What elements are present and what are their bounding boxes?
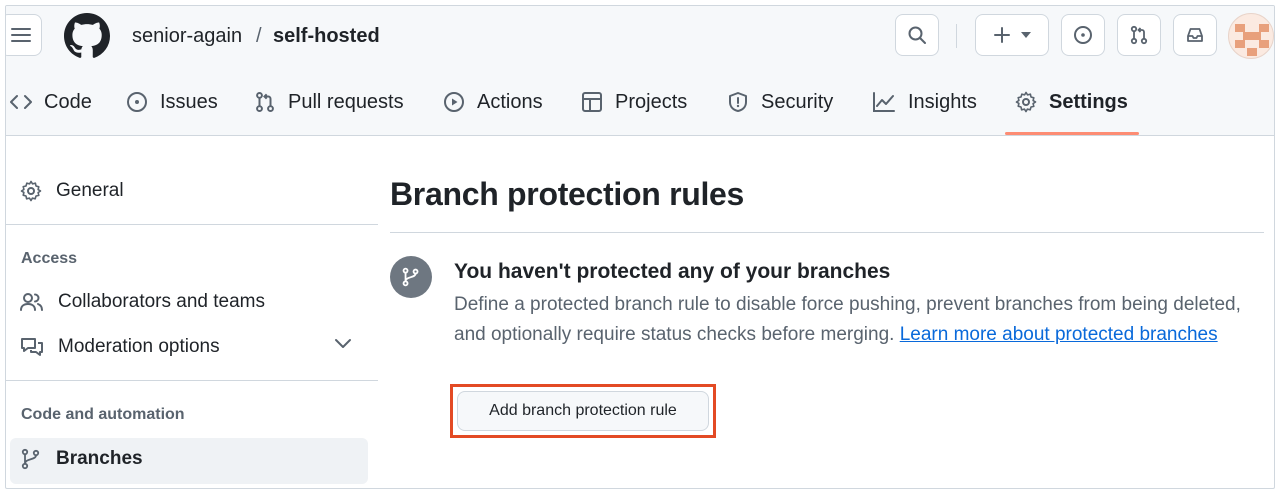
plus-icon xyxy=(994,27,1010,43)
top-bar: senior-again / self-hosted xyxy=(6,6,1274,68)
tab-security[interactable]: Security xyxy=(727,68,833,136)
table-icon xyxy=(582,92,602,112)
tab-insights[interactable]: Insights xyxy=(872,68,977,136)
tab-label: Settings xyxy=(1049,90,1128,113)
create-new-button[interactable] xyxy=(975,14,1049,56)
breadcrumb-owner[interactable]: senior-again xyxy=(132,23,242,49)
comment-discussion-icon xyxy=(21,338,43,356)
sidebar-item-general[interactable]: General xyxy=(20,180,124,202)
git-branch-icon xyxy=(21,448,40,470)
sidebar-group-access: Access xyxy=(21,250,78,267)
sidebar-item-collaborators[interactable]: Collaborators and teams xyxy=(20,291,265,313)
add-branch-protection-rule-button[interactable]: Add branch protection rule xyxy=(457,391,709,431)
hamburger-icon xyxy=(11,28,31,42)
tab-label: Security xyxy=(761,90,834,113)
avatar[interactable] xyxy=(1228,13,1274,59)
active-tab-underline xyxy=(1005,132,1139,135)
tab-projects[interactable]: Projects xyxy=(581,68,687,136)
issue-opened-icon xyxy=(127,92,147,112)
blankslate-icon xyxy=(390,256,432,298)
repo-tabs: Code Issues Pull requests Actions Projec… xyxy=(6,68,1274,136)
tab-label: Code xyxy=(44,90,92,113)
blankslate-description: Define a protected branch rule to disabl… xyxy=(454,290,1254,350)
sidebar-divider xyxy=(6,380,378,381)
sidebar-item-label: General xyxy=(56,180,124,201)
breadcrumb-repo[interactable]: self-hosted xyxy=(273,23,380,49)
search-icon xyxy=(908,26,926,44)
title-divider xyxy=(390,232,1264,233)
issue-opened-icon xyxy=(1074,26,1092,44)
sidebar-item-label: Moderation options xyxy=(58,336,220,357)
search-button[interactable] xyxy=(895,14,939,56)
tab-settings[interactable]: Settings xyxy=(1015,68,1128,136)
tab-label: Insights xyxy=(908,90,977,113)
tab-label: Actions xyxy=(477,90,543,113)
tab-pull-requests[interactable]: Pull requests xyxy=(254,68,404,136)
browser-frame: senior-again / self-hosted Code Issues P… xyxy=(5,5,1275,489)
menu-button[interactable] xyxy=(6,14,42,56)
tab-label: Projects xyxy=(615,90,688,113)
sidebar-item-moderation[interactable]: Moderation options xyxy=(20,336,220,358)
people-icon xyxy=(20,293,43,311)
header-divider xyxy=(956,24,957,48)
tab-code[interactable]: Code xyxy=(10,68,92,136)
your-issues-button[interactable] xyxy=(1061,14,1105,56)
gear-icon xyxy=(1015,91,1037,113)
git-pull-request-icon xyxy=(1130,25,1148,45)
notifications-button[interactable] xyxy=(1173,14,1217,56)
sidebar-item-branches[interactable]: Branches xyxy=(20,448,143,470)
tab-label: Pull requests xyxy=(288,90,404,113)
play-icon xyxy=(444,92,464,112)
blankslate-heading: You haven't protected any of your branch… xyxy=(454,260,891,283)
breadcrumb-separator: / xyxy=(256,25,262,47)
learn-more-link[interactable]: Learn more about protected branches xyxy=(900,324,1218,345)
git-pull-request-icon xyxy=(256,91,274,113)
sidebar-divider xyxy=(6,224,378,225)
github-logo-icon[interactable] xyxy=(64,13,110,59)
gear-icon xyxy=(20,180,42,202)
graph-icon xyxy=(873,92,895,112)
shield-icon xyxy=(729,92,747,112)
git-branch-icon xyxy=(402,267,419,287)
inbox-icon xyxy=(1187,28,1203,42)
sidebar-item-label: Collaborators and teams xyxy=(58,291,265,312)
tab-actions[interactable]: Actions xyxy=(443,68,543,136)
tab-label: Issues xyxy=(160,90,218,113)
page-title: Branch protection rules xyxy=(390,176,745,212)
tab-issues[interactable]: Issues xyxy=(126,68,218,136)
code-icon xyxy=(10,95,32,109)
sidebar-item-label: Branches xyxy=(56,448,143,469)
your-pull-requests-button[interactable] xyxy=(1117,14,1161,56)
repo-header: senior-again / self-hosted Code Issues P… xyxy=(6,6,1274,136)
sidebar-group-code-automation: Code and automation xyxy=(21,406,185,423)
chevron-down-icon[interactable] xyxy=(334,338,352,350)
triangle-down-icon xyxy=(1021,32,1031,38)
